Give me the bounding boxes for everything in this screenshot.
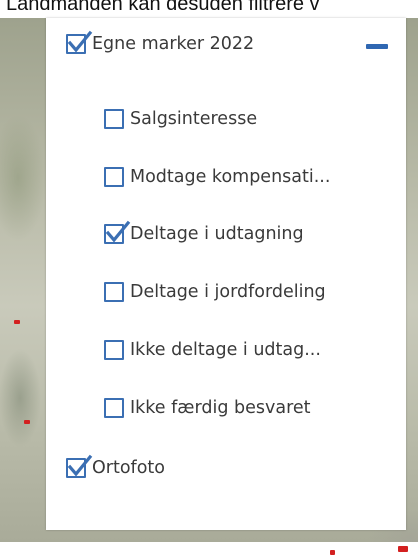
checkbox-salgsinteresse[interactable] <box>104 109 124 129</box>
layer-item-label: Salgsinteresse <box>130 109 258 129</box>
layer-item-ortofoto[interactable]: Ortofoto <box>66 454 165 482</box>
layer-item-label: Deltage i udtagning <box>130 224 304 244</box>
layer-item-label: Ikke deltage i udtag... <box>130 340 321 360</box>
caption-text: Landmanden kan desuden filtrere v <box>6 0 320 15</box>
map-parcel-marker <box>24 420 30 424</box>
layer-item-ikke-faerdig-besvaret[interactable]: Ikke færdig besvaret <box>104 394 311 422</box>
checkbox-ikke-deltage-i-udtagning[interactable] <box>104 340 124 360</box>
minus-icon[interactable] <box>366 44 388 49</box>
checkbox-ortofoto[interactable] <box>66 454 93 478</box>
layer-item-label: Ortofoto <box>92 458 165 478</box>
map-parcel-marker <box>330 550 335 555</box>
layer-item-salgsinteresse[interactable]: Salgsinteresse <box>104 105 257 133</box>
layer-item-ikke-deltage-i-udtagning[interactable]: Ikke deltage i udtag... <box>104 336 321 364</box>
layer-item-label: Deltage i jordfordeling <box>130 282 326 302</box>
layer-item-label: Modtage kompensati... <box>130 167 331 187</box>
layer-panel: Egne marker 2022 Salgsinteresse Modtage … <box>46 18 406 530</box>
map-parcel-marker <box>398 546 408 552</box>
checkbox-deltage-i-udtagning[interactable] <box>104 220 131 244</box>
check-icon <box>67 30 93 53</box>
layer-group-label: Egne marker 2022 <box>92 34 255 54</box>
checkbox-modtage-kompensation[interactable] <box>104 167 124 187</box>
layer-item-label: Ikke færdig besvaret <box>130 398 311 418</box>
checkbox-deltage-i-jordfordeling[interactable] <box>104 282 124 302</box>
layer-item-deltage-i-udtagning[interactable]: Deltage i udtagning <box>104 220 304 248</box>
checkbox-egne-marker[interactable] <box>66 30 93 54</box>
checkbox-ikke-faerdig-besvaret[interactable] <box>104 398 124 418</box>
map-parcel-marker <box>14 320 20 324</box>
check-icon <box>105 220 131 243</box>
layer-group-egne-marker[interactable]: Egne marker 2022 <box>66 30 254 58</box>
check-icon <box>67 454 93 477</box>
layer-item-deltage-i-jordfordeling[interactable]: Deltage i jordfordeling <box>104 278 326 306</box>
layer-item-modtage-kompensation[interactable]: Modtage kompensati... <box>104 163 330 191</box>
